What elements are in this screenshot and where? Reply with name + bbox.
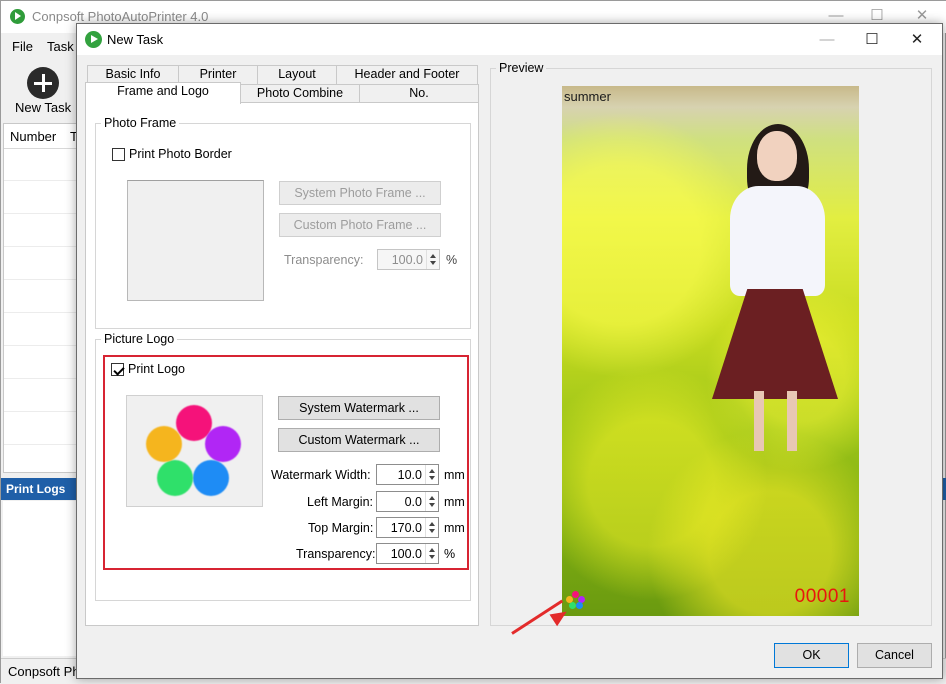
print-logs-title: Print Logs [6,482,66,496]
top-margin-label: Top Margin: [308,521,374,535]
photo-frame-group-label: Photo Frame [101,116,180,130]
photo-number: 00001 [794,586,850,607]
tab-layout[interactable]: Layout [257,65,337,84]
logo-dot-blue [193,460,229,496]
grid-column-number[interactable]: Number [10,129,56,144]
spinner-arrows-icon[interactable] [426,250,439,269]
watermark-width-label: Watermark Width: [271,468,371,482]
watermark-width-value: 10.0 [397,468,422,482]
person-leg [787,391,797,451]
frame-transparency-unit: % [446,253,458,267]
grid-row-divider [4,279,78,280]
menu-file[interactable]: File [12,39,33,54]
logo-transparency-unit: % [444,547,456,561]
frame-transparency-label: Transparency: [284,253,364,267]
dialog-logo-icon [85,31,102,48]
app-logo-icon [10,9,25,24]
person-face [757,131,797,181]
tab-photo-combine[interactable]: Photo Combine [240,84,360,103]
system-photo-frame-button[interactable]: System Photo Frame ... [279,181,441,205]
spinner-arrows-icon[interactable] [425,518,438,537]
logo-transparency-value: 100.0 [390,547,422,561]
print-logo-label[interactable]: Print Logo [128,362,185,376]
mini-logo-dot [576,602,583,609]
frame-and-logo-panel: Photo Frame Print Photo Border System Ph… [85,102,479,626]
grid-row-divider [4,213,78,214]
dialog-close-button[interactable]: ✕ [900,28,934,52]
custom-watermark-button[interactable]: Custom Watermark ... [278,428,440,452]
watermark-width-spinner[interactable]: 10.0 [376,464,439,485]
person-leg [754,391,764,451]
grid-row-divider [4,246,78,247]
mini-logo-dot [569,602,576,609]
app-title: Conpsoft PhotoAutoPrinter 4.0 [32,9,209,24]
logo-dot-purple [205,426,241,462]
spinner-arrows-icon[interactable] [425,465,438,484]
photo-frame-group: Photo Frame Print Photo Border System Ph… [95,116,471,329]
logo-dot-green [157,460,193,496]
print-photo-border-checkbox[interactable] [112,148,125,161]
system-watermark-button[interactable]: System Watermark ... [278,396,440,420]
dialog-titlebar: New Task — ☐ ✕ [77,24,942,55]
print-logo-checkbox[interactable] [111,363,124,376]
mini-logo-dot [566,596,573,603]
person-shirt [730,186,825,296]
tab-header-footer[interactable]: Header and Footer [336,65,478,84]
top-margin-unit: mm [444,521,465,535]
photo-caption: summer [564,89,611,104]
dialog-maximize-button[interactable]: ☐ [855,28,889,52]
menu-task[interactable]: Task [47,39,74,54]
tab-frame-and-logo[interactable]: Frame and Logo [85,82,241,104]
photo-frame-preview [127,180,264,301]
top-margin-value: 170.0 [390,521,422,535]
dialog-minimize-button[interactable]: — [810,28,844,52]
dialog-title: New Task [107,32,164,47]
grid-row-divider [4,411,78,412]
frame-transparency-value: 100.0 [391,253,423,267]
custom-photo-frame-button[interactable]: Custom Photo Frame ... [279,213,441,237]
grid-row-divider [4,444,78,445]
preview-group-label: Preview [496,61,547,75]
left-margin-unit: mm [444,495,465,509]
grid-row-divider [4,378,78,379]
grid-row-divider [4,345,78,346]
grid-row-divider [4,180,78,181]
spinner-arrows-icon[interactable] [425,544,438,563]
left-margin-label: Left Margin: [307,495,374,509]
left-margin-spinner[interactable]: 0.0 [376,491,439,512]
top-margin-spinner[interactable]: 170.0 [376,517,439,538]
logo-transparency-spinner[interactable]: 100.0 [376,543,439,564]
grid-row-divider [4,312,78,313]
ok-button[interactable]: OK [774,643,849,668]
new-task-dialog: New Task — ☐ ✕ Basic Info Printer Layout… [76,23,943,679]
task-grid[interactable]: Number T [3,123,78,473]
cancel-button[interactable]: Cancel [857,643,932,668]
logo-dot-orange [146,426,182,462]
new-task-button[interactable]: New Task [15,100,71,115]
logo-preview [126,395,263,507]
spinner-arrows-icon[interactable] [425,492,438,511]
add-circle-icon[interactable] [27,67,59,99]
print-logs-area[interactable] [3,501,77,656]
frame-transparency-spinner[interactable]: 100.0 [377,249,440,270]
logo-transparency-label: Transparency: [296,547,376,561]
print-photo-border-label[interactable]: Print Photo Border [129,147,232,161]
grid-header: Number T [4,124,78,149]
status-text: Conpsoft Ph [8,664,80,679]
left-margin-value: 0.0 [404,495,422,509]
picture-logo-group-label: Picture Logo [101,332,178,346]
watermark-width-unit: mm [444,468,465,482]
tab-number[interactable]: No. [359,84,479,103]
preview-photo: summer 00001 [562,86,859,616]
